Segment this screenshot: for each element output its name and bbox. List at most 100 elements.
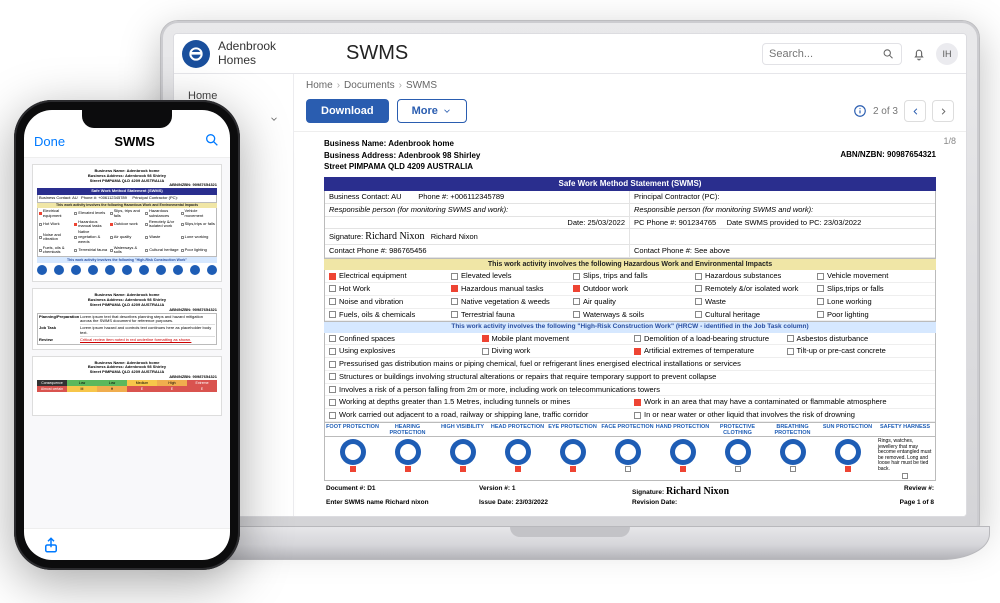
toolbar: Download More 2 of 3 [294, 99, 966, 132]
search-box[interactable] [762, 43, 902, 65]
info-icon[interactable] [853, 104, 867, 118]
laptop-bezel: Adenbrook Homes SWMS IH Home [160, 20, 980, 530]
checkbox-icon [680, 466, 686, 472]
checkbox-icon [695, 273, 702, 280]
hazards-bar: This work activity involves the followin… [324, 259, 936, 270]
ppe-icon [395, 439, 421, 465]
checkbox-icon [329, 285, 336, 292]
checkbox-icon [329, 399, 336, 406]
ppe-label: Eye Protection [545, 425, 600, 437]
document-preview: 1/8 Business Name: Adenbrook home Busine… [294, 132, 966, 516]
hazard-item: Noise and vibration [325, 296, 447, 309]
page-counter: 2 of 3 [873, 106, 898, 117]
search-input[interactable] [769, 48, 882, 60]
pager-next[interactable] [932, 100, 954, 122]
doc-header: Business Name: Adenbrook home Business A… [324, 138, 936, 177]
checkbox-icon [573, 298, 580, 305]
hazard-item: Electrical equipment [325, 270, 447, 283]
hrcw-item: Work carried out adjacent to a road, rai… [325, 409, 630, 422]
phone-done-button[interactable]: Done [34, 134, 65, 149]
phone-device: Done SWMS Business Name: Adenbrook homeB… [14, 100, 240, 570]
hrcw-item: Asbestos disturbance [783, 333, 936, 346]
ppe-label: High Visibility [435, 425, 490, 437]
hrcw-item: Demolition of a load-bearing structure [630, 333, 783, 346]
hrcw-item: Diving work [478, 345, 631, 358]
checkbox-icon [634, 412, 641, 419]
hazard-item: Waterways & soils [569, 309, 691, 322]
org-name: Adenbrook Homes [218, 40, 276, 66]
download-button[interactable]: Download [306, 99, 389, 123]
ppe-note: Rings, watches, jewellery that may becom… [875, 439, 935, 479]
ppe-icon [505, 439, 531, 465]
checkbox-icon [573, 273, 580, 280]
hrcw-item: Artificial extremes of temperature [630, 345, 783, 358]
phone-preview-page-3[interactable]: Business Name: Adenbrook homeBusiness Ad… [32, 356, 222, 416]
ppe-icon-cell [435, 439, 490, 472]
crumb-home[interactable]: Home [306, 80, 333, 91]
checkbox-icon [625, 466, 631, 472]
pager-prev[interactable] [904, 100, 926, 122]
checkbox-icon [329, 311, 336, 318]
hazard-item: Slips,trips or falls [813, 283, 935, 296]
hazard-item: Hot Work [325, 283, 447, 296]
hazard-item: Lone working [813, 296, 935, 309]
hazard-item: Poor lighting [813, 309, 935, 322]
hazard-item: Elevated levels [447, 270, 569, 283]
ppe-icon [340, 439, 366, 465]
doc-title-bar: Safe Work Method Statement (SWMS) [324, 177, 936, 191]
checkbox-icon [515, 466, 521, 472]
phone-search-button[interactable] [204, 132, 220, 151]
hazard-item: Fuels, oils & chemicals [325, 309, 447, 322]
ppe-icon-cell [655, 439, 710, 472]
chevron-right-icon [938, 106, 949, 117]
phone-preview-page-1[interactable]: Business Name: Adenbrook homeBusiness Ad… [32, 164, 222, 282]
breadcrumbs: Home › Documents › SWMS [294, 74, 966, 99]
checkbox-icon [790, 466, 796, 472]
doc-footer-2: Enter SWMS name Richard nixon Issue Date… [324, 498, 936, 508]
checkbox-icon [695, 285, 702, 292]
doc-footer-1: Document #: D1 Version #: 1 Signature: R… [324, 481, 936, 498]
checkbox-icon [451, 273, 458, 280]
crumb-documents[interactable]: Documents [344, 80, 395, 91]
checkbox-icon [817, 311, 824, 318]
chevron-left-icon [910, 106, 921, 117]
checkbox-icon [451, 285, 458, 292]
checkbox-icon [787, 348, 794, 355]
hrcw-item-full: Involves a risk of a person falling from… [325, 384, 935, 397]
ppe-icon [615, 439, 641, 465]
chevron-down-icon [269, 114, 279, 124]
phone-body[interactable]: Business Name: Adenbrook homeBusiness Ad… [24, 158, 230, 528]
checkbox-icon [817, 285, 824, 292]
hazard-item: Native vegetation & weeds [447, 296, 569, 309]
share-icon[interactable] [42, 536, 60, 554]
ppe-icons-row: Rings, watches, jewellery that may becom… [324, 437, 936, 481]
ppe-icon-cell [325, 439, 380, 472]
bell-icon[interactable] [912, 47, 926, 61]
hazard-item: Cultural heritage [691, 309, 813, 322]
checkbox-icon [817, 273, 824, 280]
avatar[interactable]: IH [936, 43, 958, 65]
search-icon [204, 132, 220, 148]
checkbox-icon [787, 335, 794, 342]
phone-preview-page-2[interactable]: Business Name: Adenbrook homeBusiness Ad… [32, 288, 222, 349]
phone-notch [82, 110, 172, 128]
checkbox-icon [817, 298, 824, 305]
main-area: Home Home › Documents › SWMS [174, 74, 966, 516]
hrcw-item-full: Structures or buildings involving struct… [325, 371, 935, 384]
hrcw-item: In or near water or other liquid that in… [630, 409, 935, 422]
checkbox-icon [451, 298, 458, 305]
checkbox-icon [329, 335, 336, 342]
doc-info-grid: Business Contact: AU Phone #: +006112345… [324, 191, 936, 259]
ppe-icon-cell [490, 439, 545, 472]
org-logo [182, 40, 210, 68]
phone-screen: Done SWMS Business Name: Adenbrook homeB… [24, 110, 230, 560]
hazard-item: Remotely &/or isolated work [691, 283, 813, 296]
hazard-item: Slips, trips and falls [569, 270, 691, 283]
ppe-label: Hand Protection [655, 425, 710, 437]
ppe-icon [780, 439, 806, 465]
content: Home › Documents › SWMS Download More [294, 74, 966, 516]
ppe-icon [670, 439, 696, 465]
more-button[interactable]: More [397, 99, 467, 123]
checkbox-icon [482, 335, 489, 342]
hazard-item: Hazardous substances [691, 270, 813, 283]
